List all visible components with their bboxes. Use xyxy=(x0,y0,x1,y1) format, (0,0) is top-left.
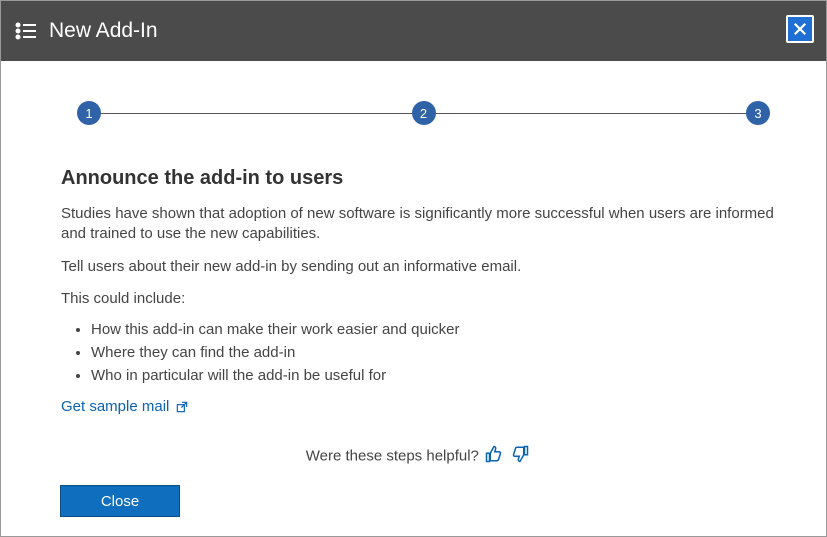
feedback-text: Were these steps helpful? xyxy=(306,448,479,465)
close-icon[interactable] xyxy=(786,15,814,43)
get-sample-mail-link[interactable]: Get sample mail xyxy=(61,398,776,415)
list-icon xyxy=(13,18,39,44)
paragraph-1: Studies have shown that adoption of new … xyxy=(61,204,776,245)
wizard-step-1[interactable]: 1 xyxy=(77,101,101,125)
wizard-step-3[interactable]: 3 xyxy=(746,101,770,125)
close-button[interactable]: Close xyxy=(60,485,180,517)
list-item: Who in particular will the add-in be use… xyxy=(91,367,776,384)
page-heading: Announce the add-in to users xyxy=(61,167,776,190)
wizard-steps: 1 2 3 xyxy=(77,101,770,127)
thumbs-up-icon[interactable] xyxy=(485,445,503,467)
header-title: New Add-In xyxy=(49,19,158,43)
list-item: Where they can find the add-in xyxy=(91,344,776,361)
paragraph-2: Tell users about their new add-in by sen… xyxy=(61,257,776,277)
external-link-icon xyxy=(175,400,189,414)
link-text: Get sample mail xyxy=(61,398,169,415)
bullet-list: How this add-in can make their work easi… xyxy=(91,321,776,384)
content-area: 1 2 3 Announce the add-in to users Studi… xyxy=(1,61,826,487)
header-bar: New Add-In xyxy=(1,1,826,61)
feedback-row: Were these steps helpful? xyxy=(61,445,776,467)
footer: Close xyxy=(60,485,180,517)
paragraph-3: This could include: xyxy=(61,289,776,309)
wizard-step-2[interactable]: 2 xyxy=(412,101,436,125)
thumbs-down-icon[interactable] xyxy=(511,445,529,467)
list-item: How this add-in can make their work easi… xyxy=(91,321,776,338)
